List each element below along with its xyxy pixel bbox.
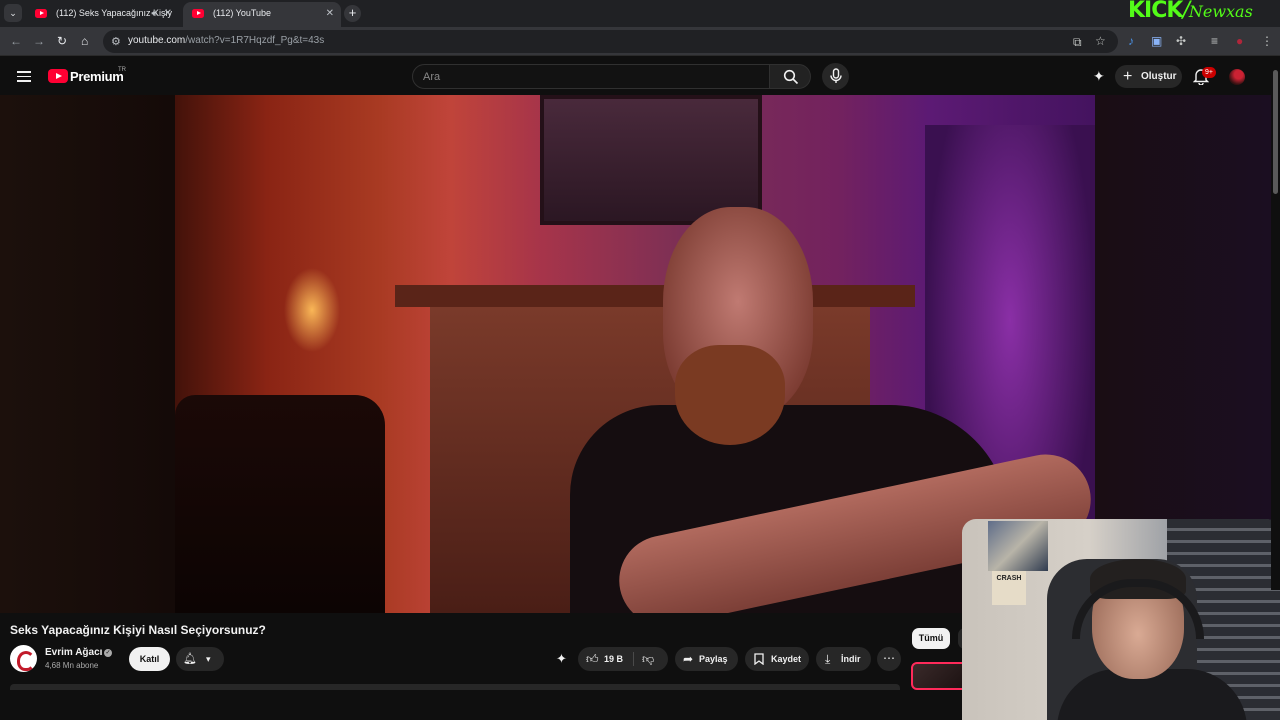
subscriber-count: 4,68 Mn abone — [45, 661, 99, 670]
search-box[interactable] — [412, 64, 770, 89]
create-button[interactable]: + Oluştur — [1115, 65, 1182, 88]
chip-all[interactable]: Tümü — [912, 628, 950, 649]
youtube-favicon-icon — [192, 9, 204, 18]
save-button[interactable]: Kaydet — [745, 647, 809, 671]
video-title: Seks Yapacağınız Kişiyi Nasıl Seçiyorsun… — [10, 623, 266, 637]
premium-spark-icon[interactable]: ✦ — [1093, 68, 1105, 85]
browser-tab-youtube[interactable]: (112) YouTube ✕ — [183, 2, 341, 27]
browser-toolbar: ← → ↻ ⌂ ⚙︎ youtube.com/watch?v=1R7Hqzdf_… — [0, 27, 1280, 56]
kick-logo-text: KICK — [1128, 0, 1183, 23]
search-icon — [783, 69, 799, 85]
share-icon: ➦ — [683, 652, 694, 666]
webcam-crash-poster: CRASH — [992, 571, 1026, 605]
join-button[interactable]: Katıl — [129, 647, 170, 671]
premium-controls-icon[interactable]: ✦ — [556, 651, 567, 667]
media-controls-icon[interactable]: ≡ — [1211, 34, 1218, 48]
search-button[interactable] — [769, 64, 811, 89]
search-input[interactable] — [423, 69, 753, 85]
kick-logo: KICK/Newxas — [1128, 0, 1253, 23]
youtube-favicon-icon — [35, 9, 47, 18]
translate-icon[interactable]: ▣ — [1151, 34, 1162, 48]
new-tab-button[interactable]: + — [344, 5, 361, 22]
region-code: TR — [118, 67, 126, 73]
bookmark-star-icon[interactable]: ☆ — [1095, 34, 1106, 48]
youtube-logo-icon[interactable] — [48, 69, 68, 83]
download-label: İndir — [841, 654, 861, 664]
site-info-icon[interactable]: ⚙︎ — [111, 35, 121, 48]
channel-avatar[interactable] — [10, 645, 37, 672]
tab-close-icon[interactable]: ✕ — [326, 2, 334, 25]
chevron-down-icon: ▾ — [206, 654, 211, 664]
like-count[interactable]: 19 B — [604, 647, 623, 671]
address-bar[interactable]: ⚙︎ youtube.com/watch?v=1R7Hqzdf_Pg&t=43s… — [103, 30, 1118, 53]
share-label: Paylaş — [699, 654, 728, 664]
page-scrollbar-thumb[interactable] — [1273, 70, 1278, 194]
plus-icon: + — [1123, 68, 1133, 85]
download-button[interactable]: ⤓ İndir — [816, 647, 871, 671]
forward-icon[interactable]: → — [33, 34, 45, 48]
like-dislike-group: 👍︎ 19 B 👎︎ — [578, 647, 668, 671]
reload-icon[interactable]: ↻ — [57, 34, 67, 48]
video-chair — [175, 395, 385, 613]
youtube-brand[interactable]: Premium — [70, 69, 124, 84]
share-button[interactable]: ➦ Paylaş — [675, 647, 738, 671]
description-box[interactable] — [10, 684, 900, 690]
voice-search-button[interactable] — [822, 63, 849, 90]
chrome-menu-icon[interactable]: ⋮ — [1261, 34, 1273, 48]
video-mantel — [395, 285, 915, 307]
notification-count-badge: 9+ — [1202, 67, 1216, 78]
kick-handle: Newxas — [1188, 2, 1253, 21]
tab-title: (112) YouTube — [213, 8, 272, 18]
microphone-icon — [830, 68, 842, 83]
bookmark-icon — [754, 653, 764, 665]
webcam-wall-poster — [988, 521, 1048, 571]
subscription-bell-button[interactable]: 🔔︎ ▾ — [176, 647, 224, 671]
dislike-icon[interactable]: 👎︎ — [642, 647, 654, 671]
tab-search-menu-button[interactable]: ⌄ — [4, 4, 22, 22]
bell-icon: 🔔︎ — [183, 653, 197, 665]
more-actions-button[interactable]: ⋯ — [877, 647, 901, 671]
verified-badge-icon: ✓ — [104, 649, 112, 657]
home-icon[interactable]: ⌂ — [81, 34, 88, 48]
video-presenter-beard — [675, 345, 785, 445]
like-icon[interactable]: 👍︎ — [586, 647, 599, 671]
webcam-overlay: CRASH — [962, 519, 1280, 720]
guide-menu-icon[interactable] — [17, 71, 31, 82]
video-frame[interactable] — [175, 95, 1095, 613]
save-label: Kaydet — [771, 654, 802, 664]
install-app-icon[interactable]: ⧉ — [1073, 35, 1082, 50]
url-path: /watch?v=1R7Hqzdf_Pg&t=43s — [185, 35, 325, 46]
back-icon[interactable]: ← — [10, 34, 22, 48]
browser-tab-strip: ⌄ (112) Seks Yapacağınız Kişiy 🔊︎ ✕ (112… — [0, 0, 1280, 27]
like-divider — [633, 652, 634, 666]
extensions-puzzle-icon[interactable]: ✣ — [1176, 34, 1186, 48]
youtube-header: Premium TR ✦ + Oluştur 9+ — [0, 57, 1280, 95]
url-text[interactable]: youtube.com/watch?v=1R7Hqzdf_Pg&t=43s — [128, 35, 324, 46]
extension-audio-icon[interactable]: ♪ — [1128, 34, 1134, 48]
account-avatar[interactable] — [1229, 69, 1245, 85]
create-label: Oluştur — [1141, 71, 1177, 82]
video-wall-painting — [540, 95, 762, 225]
download-icon: ⤓ — [825, 652, 831, 666]
speaker-icon[interactable]: 🔊︎ — [151, 2, 157, 25]
browser-tab-video[interactable]: (112) Seks Yapacağınız Kişiy 🔊︎ ✕ — [26, 2, 179, 27]
profile-avatar-icon[interactable]: ● — [1236, 34, 1243, 48]
url-host: youtube.com — [128, 35, 186, 46]
tab-close-icon[interactable]: ✕ — [164, 2, 172, 25]
channel-name[interactable]: Evrim Ağacı — [45, 647, 102, 658]
